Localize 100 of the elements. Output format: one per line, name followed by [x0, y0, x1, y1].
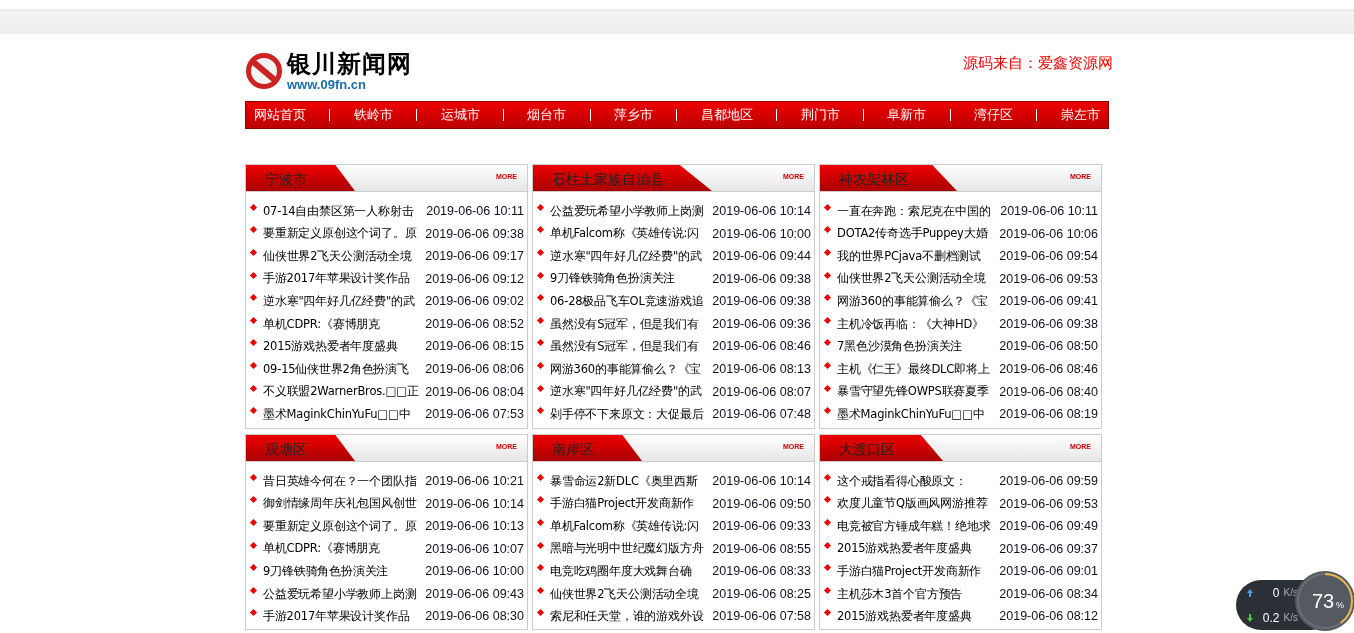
news-link[interactable]: 单机Falcom称《英雄传说:闪 [550, 225, 710, 243]
bullet-icon [536, 473, 545, 481]
nav-link[interactable]: 网站首页 [254, 105, 306, 125]
news-time: 2019-06-06 08:34 [999, 585, 1098, 603]
panel-title: 石柱土家族自治县 [533, 165, 712, 191]
news-link[interactable]: 单机Falcom称《英雄传说:闪 [550, 517, 710, 536]
news-time: 2019-06-06 09:02 [425, 293, 524, 311]
bullet-icon [536, 518, 545, 526]
nav-link[interactable]: 烟台市 [527, 105, 567, 125]
news-link[interactable]: 暴雪守望先锋OWPS联赛夏季 [837, 383, 997, 401]
news-link[interactable]: 暴雪命运2新DLC《奥里西斯 [550, 472, 710, 490]
news-link[interactable]: 单机CDPR:《赛博朋克 [263, 540, 423, 558]
news-link[interactable]: 电竞被官方锤成年糕！绝地求 [837, 517, 997, 536]
news-link[interactable]: 2015游戏热爱者年度盛典 [837, 540, 997, 558]
news-link[interactable]: 9刀锋铁骑角色扮演关注 [263, 563, 423, 581]
news-link[interactable]: 7黑色沙漠角色扮演关注 [837, 338, 997, 356]
nav-link[interactable]: 崇左市 [1060, 105, 1100, 125]
bullet-icon [249, 541, 258, 549]
news-time: 2019-06-06 10:00 [425, 563, 524, 581]
news-link[interactable]: 墨术MaginkChinYuFu□□中 [837, 406, 997, 424]
news-link[interactable]: 仙侠世界2飞天公测活动全境 [263, 247, 423, 266]
panel-title: 宁波市 [246, 165, 355, 191]
bullet-icon [249, 361, 258, 369]
bullet-icon [249, 203, 258, 211]
news-time: 2019-06-06 09:41 [999, 293, 1098, 311]
news-time: 2019-06-06 09:38 [999, 315, 1098, 333]
news-link[interactable]: 单机CDPR:《赛博朋克 [263, 315, 423, 333]
news-link[interactable]: 手游2017年苹果设计奖作品 [263, 270, 423, 288]
news-link[interactable]: 主机《仁王》最终DLC即将上 [837, 360, 997, 379]
news-link[interactable]: 一直在奔跑：索尼克在中国的 [837, 202, 998, 220]
news-time: 2019-06-06 09:33 [712, 518, 811, 536]
speed-value: 0 [1272, 584, 1280, 602]
news-link[interactable]: 欢度儿童节Q版画风网游推荐 [837, 495, 997, 513]
news-link[interactable]: 虽然没有S冠军，但是我们有 [550, 315, 710, 333]
nav-link[interactable]: 阜新市 [887, 105, 927, 125]
news-link[interactable]: 剁手停不下来原文：大促最后 [550, 406, 710, 424]
bullet-icon [823, 203, 832, 211]
news-link[interactable]: 2015游戏热爱者年度盛典 [837, 608, 997, 626]
bullet-icon [536, 271, 545, 279]
nav-link[interactable]: 铁岭市 [353, 105, 393, 125]
news-link[interactable]: 这个戒指看得心酸原文： [837, 472, 997, 490]
news-link[interactable]: DOTA2传奇选手Puppey大婚 [837, 225, 997, 243]
bullet-icon [823, 609, 832, 617]
news-time: 2019-06-06 08:15 [425, 338, 524, 356]
bullet-icon [249, 339, 258, 347]
bullet-icon [249, 316, 258, 324]
news-link[interactable]: 逆水寒"四年好几亿经费"的武 [550, 383, 710, 401]
news-link[interactable]: 仙侠世界2飞天公测活动全境 [550, 585, 710, 603]
news-link[interactable]: 公益爱玩希望小学教师上岗测 [263, 585, 423, 603]
news-link[interactable]: 虽然没有S冠军，但是我们有 [550, 338, 710, 356]
news-link[interactable]: 主机莎木3首个官方预告 [837, 585, 997, 603]
bullet-icon [249, 518, 258, 526]
panel-title: 南岸区 [533, 435, 642, 461]
news-link[interactable]: 不义联盟2WarnerBros.□□正 [263, 383, 423, 401]
news-time: 2019-06-06 09:36 [712, 315, 811, 333]
news-link[interactable]: 逆水寒"四年好几亿经费"的武 [550, 247, 710, 266]
news-time: 2019-06-06 08:52 [425, 315, 524, 333]
nav-link[interactable]: 萍乡市 [614, 105, 653, 125]
news-link[interactable]: 昔日英雄今何在？一个团队指 [263, 472, 423, 490]
bullet-icon [536, 564, 545, 572]
bullet-icon [536, 407, 545, 415]
news-link[interactable]: 公益爱玩希望小学教师上岗测 [550, 202, 710, 220]
news-link[interactable]: 手游白猫Project开发商新作 [837, 563, 997, 581]
news-link[interactable]: 要重新定义原创这个词了。原 [263, 517, 423, 536]
news-link[interactable]: 07-14自由禁区第一人称射击 [263, 202, 424, 220]
news-time: 2019-06-06 10:14 [425, 495, 524, 513]
news-link[interactable]: 仙侠世界2飞天公测活动全境 [837, 270, 997, 288]
news-link[interactable]: 我的世界PCjava不删档测试 [837, 247, 997, 266]
news-link[interactable]: 电竞吃鸡圈年度大戏舞台确 [550, 563, 710, 581]
news-link[interactable]: 06-28极品飞车OL竞速游戏追 [550, 293, 710, 311]
news-time: 2019-06-06 10:21 [425, 472, 524, 490]
news-time: 2019-06-06 10:13 [425, 518, 524, 536]
news-link[interactable]: 索尼和任天堂，谁的游戏外设 [550, 608, 710, 626]
news-link[interactable]: 手游2017年苹果设计奖作品 [263, 608, 423, 626]
news-link[interactable]: 09-15仙侠世界2角色扮演飞 [263, 360, 423, 379]
nav-link[interactable]: 荆门市 [800, 105, 840, 125]
news-link[interactable]: 要重新定义原创这个词了。原 [263, 225, 423, 243]
bullet-icon [536, 609, 545, 617]
news-link[interactable]: 墨术MaginkChinYuFu□□中 [263, 406, 423, 424]
news-link[interactable]: 御剑情缘周年庆礼包国风创世 [263, 495, 423, 513]
news-time: 2019-06-06 09:54 [999, 248, 1098, 266]
nav-link[interactable]: 湾仔区 [974, 105, 1013, 125]
news-link[interactable]: 手游白猫Project开发商新作 [550, 495, 710, 513]
percent-sign: % [1336, 600, 1344, 610]
news-link[interactable]: 9刀锋铁骑角色扮演关注 [550, 270, 710, 288]
bullet-icon [823, 316, 832, 324]
news-link[interactable]: 逆水寒"四年好几亿经费"的武 [263, 293, 423, 311]
bullet-icon [249, 609, 258, 617]
nav-link[interactable]: 昌都地区 [700, 105, 753, 125]
bullet-icon [823, 339, 832, 347]
news-link[interactable]: 网游360的事能算偷么？《宝 [837, 293, 997, 311]
news-link[interactable]: 主机冷饭再临：《大神HD》 [837, 315, 997, 333]
bullet-icon [249, 473, 258, 481]
news-link[interactable]: 2015游戏热爱者年度盛典 [263, 338, 423, 356]
news-link[interactable]: 网游360的事能算偷么？《宝 [550, 360, 710, 379]
panel-title: 大渡口区 [820, 435, 943, 461]
nav-link[interactable]: 运城市 [440, 105, 480, 125]
news-link[interactable]: 黑暗与光明中世纪魔幻版方舟 [550, 540, 710, 558]
news-time: 2019-06-06 08:13 [712, 361, 811, 379]
bullet-icon [823, 248, 832, 256]
